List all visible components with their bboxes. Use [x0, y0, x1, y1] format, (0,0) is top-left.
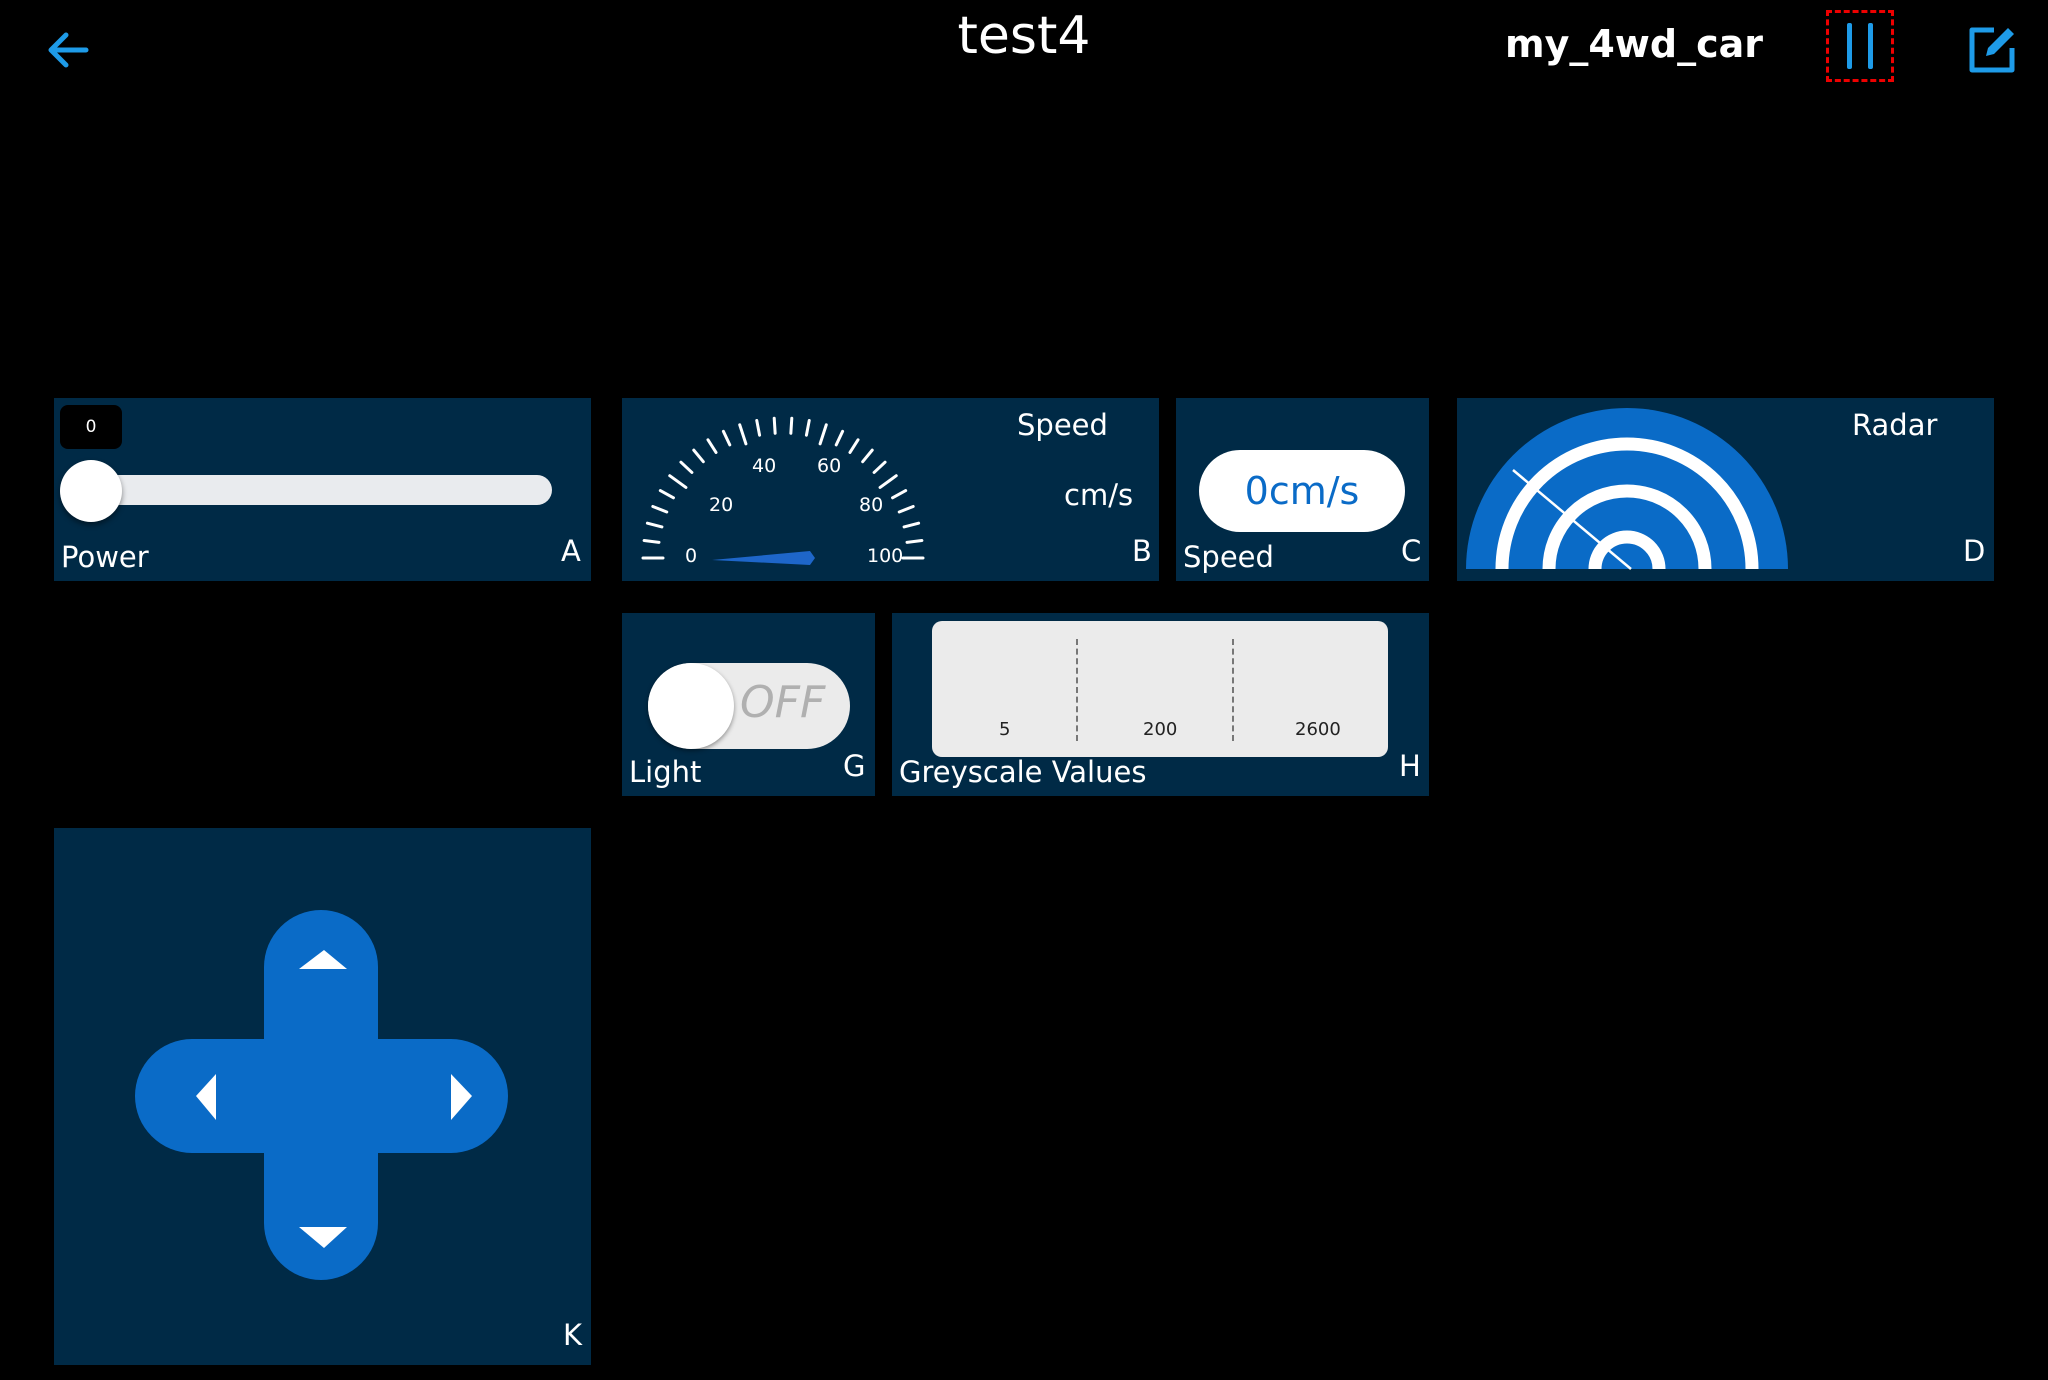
gauge-unit: cm/s	[1064, 478, 1134, 512]
gauge-tick	[818, 423, 828, 446]
gauge-tick-label-80: 80	[859, 494, 884, 516]
gauge-tick	[848, 438, 860, 454]
radar-title: Radar	[1852, 408, 1938, 442]
speed-label: Speed	[1183, 540, 1274, 574]
gauge-tick	[905, 538, 924, 544]
radar-letter: D	[1963, 534, 1986, 568]
gauge-tick	[668, 474, 688, 489]
device-name: my_4wd_car	[1505, 22, 1764, 66]
greyscale-value-2: 200	[1143, 719, 1178, 740]
power-slider-track[interactable]	[64, 475, 552, 505]
greyscale-divider	[1232, 639, 1234, 741]
dpad-right-button[interactable]	[408, 1039, 508, 1153]
gauge-tick	[642, 538, 661, 544]
light-toggle[interactable]: OFF	[648, 663, 850, 749]
speed-letter: C	[1401, 534, 1422, 568]
greyscale-value-1: 5	[999, 719, 1011, 740]
light-letter: G	[843, 749, 866, 783]
edit-icon	[1969, 27, 2015, 73]
gauge-tick	[658, 489, 675, 500]
gauge-tick	[692, 448, 705, 464]
gauge-title: Speed	[1017, 408, 1108, 442]
greyscale-display: 5 200 2600	[932, 621, 1388, 757]
gauge-tick	[789, 416, 794, 435]
pause-button[interactable]	[1826, 10, 1894, 82]
dpad	[135, 910, 508, 1280]
gauge-needle	[712, 551, 815, 565]
dpad-left-button[interactable]	[135, 1039, 235, 1153]
gauge-tick	[878, 474, 898, 489]
gauge-tick	[706, 438, 718, 454]
gauge-letter: B	[1132, 534, 1152, 568]
gauge-tick	[861, 448, 874, 464]
power-value: 0	[60, 405, 122, 449]
gauge-tick	[897, 504, 915, 514]
gauge-tick-label-40: 40	[752, 455, 777, 477]
light-toggle-state: OFF	[740, 677, 826, 728]
gauge-tick	[834, 429, 845, 447]
speed-value: 0cm/s	[1199, 450, 1405, 532]
light-label: Light	[629, 755, 702, 789]
gauge-tick-label-60: 60	[817, 455, 842, 477]
gauge-tick	[645, 521, 664, 529]
gauge-tick	[755, 418, 762, 437]
greyscale-divider	[1076, 639, 1078, 741]
pause-icon	[1847, 23, 1852, 69]
gauge-tick	[721, 429, 732, 447]
gauge-tick	[679, 460, 694, 474]
power-letter: A	[561, 534, 581, 568]
power-slider-thumb[interactable]	[60, 460, 122, 522]
greyscale-value-3: 2600	[1295, 719, 1341, 740]
greyscale-letter: H	[1399, 749, 1421, 783]
gauge-tick-label-0: 0	[685, 545, 698, 567]
greyscale-label: Greyscale Values	[899, 755, 1147, 789]
gauge-tick-label-100: 100	[867, 545, 904, 567]
gauge-tick	[772, 416, 777, 435]
gauge-tick	[804, 418, 811, 437]
gauge-tick-label-20: 20	[709, 494, 734, 516]
edit-button[interactable]	[1964, 22, 2020, 78]
power-label: Power	[61, 540, 149, 574]
gauge-tick	[902, 521, 921, 529]
dpad-up-button[interactable]	[264, 910, 378, 1010]
dpad-letter: K	[563, 1318, 583, 1352]
gauge-tick	[891, 489, 908, 500]
light-toggle-knob	[648, 663, 734, 749]
dpad-down-button[interactable]	[264, 1180, 378, 1280]
gauge-tick	[738, 423, 748, 446]
gauge-tick	[872, 460, 887, 474]
gauge-tick	[651, 504, 669, 514]
